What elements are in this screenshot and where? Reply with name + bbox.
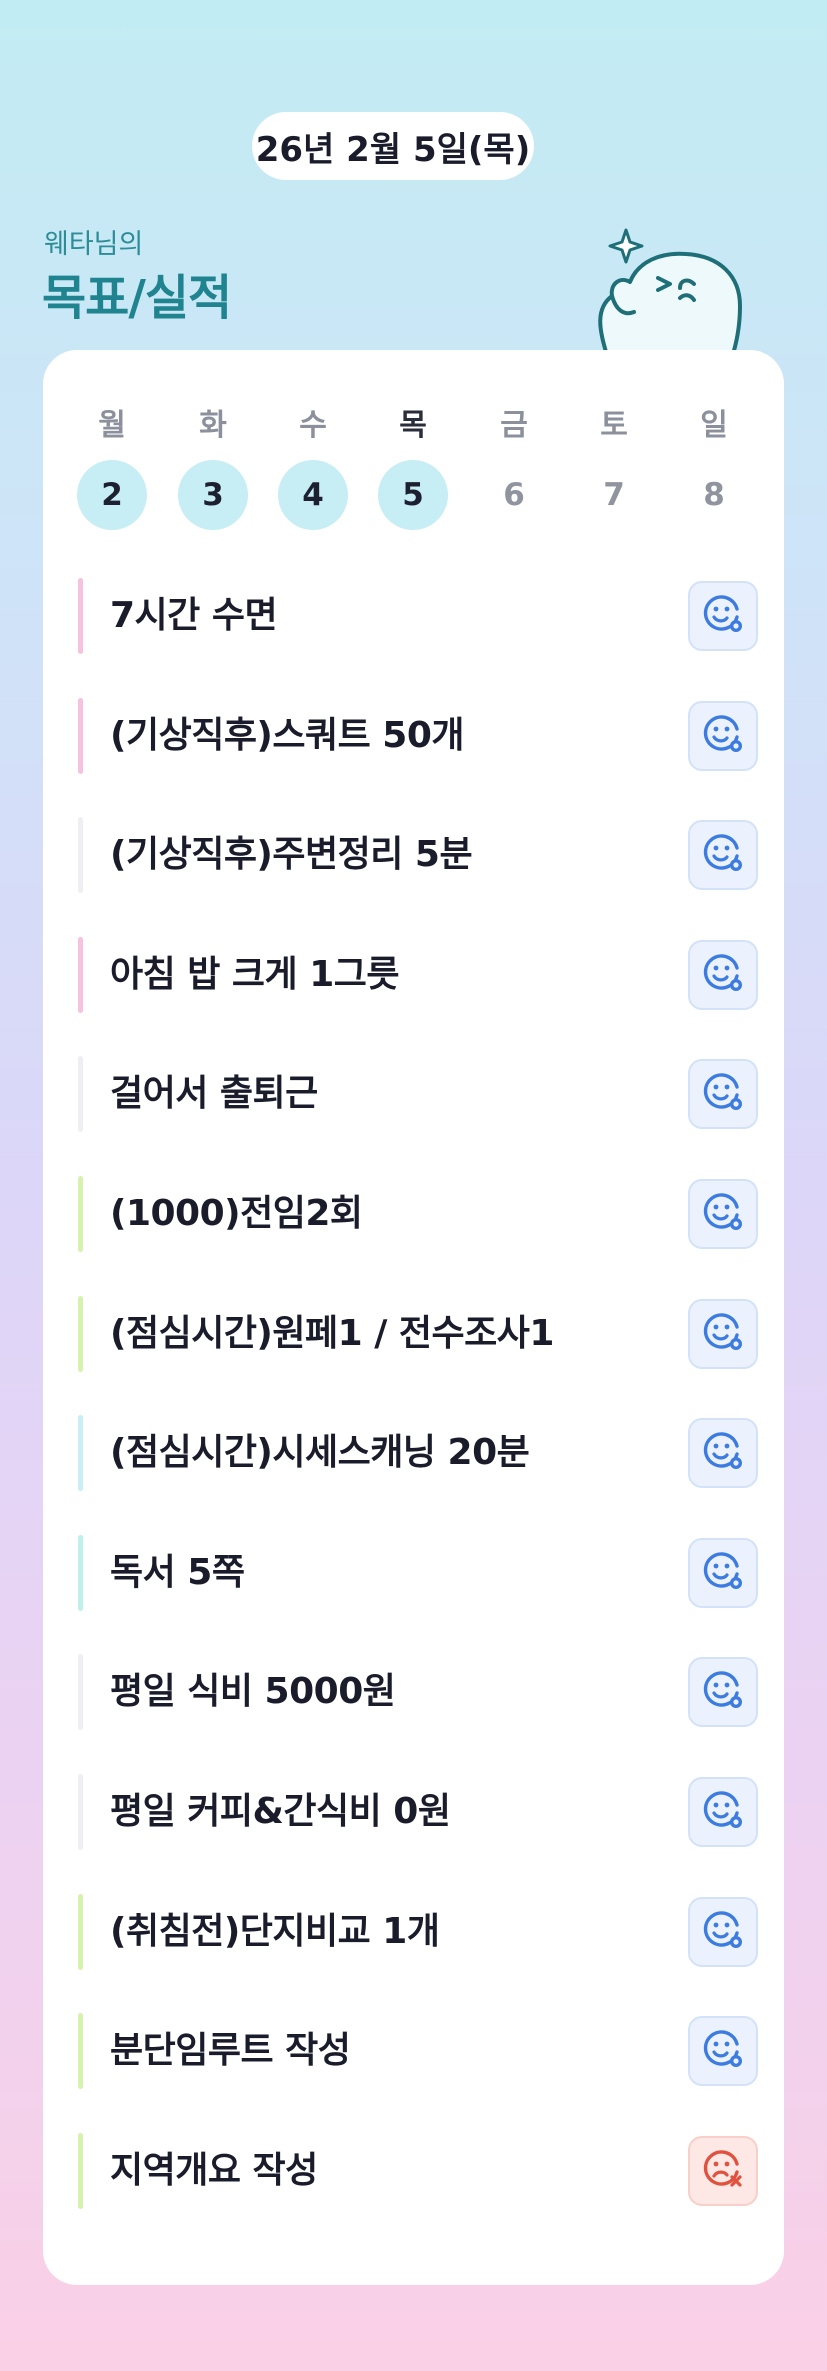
goal-category-bar [78, 2132, 83, 2209]
goal-category-bar [78, 578, 83, 654]
goal-category-bar [78, 697, 83, 774]
smile-check-icon [700, 1667, 746, 1717]
smile-check-icon [700, 711, 746, 761]
goal-category-bar [78, 936, 83, 1013]
date-selector[interactable]: 26년 2월 5일(목) [252, 112, 534, 180]
page-subtitle: 웨타님의 [44, 229, 144, 260]
smile-check-icon [700, 1907, 746, 1957]
goal-category-bar [78, 1176, 83, 1252]
smile-check-icon [700, 1189, 746, 1239]
goal-item[interactable]: (기상직후)스쿼트 50개 [78, 696, 758, 776]
weekday-label: 토 [600, 408, 628, 443]
status-success-button[interactable] [688, 1059, 758, 1130]
smile-check-icon [700, 1787, 746, 1837]
status-success-button[interactable] [688, 1777, 758, 1847]
goal-item[interactable]: (점심시간)원페1 / 전수조사1 [78, 1294, 758, 1374]
status-success-button[interactable] [688, 700, 758, 771]
smile-check-icon [700, 1548, 746, 1598]
goal-item[interactable]: 7시간 수면 [78, 576, 758, 656]
goal-label: (점심시간)시세스캐닝 20분 [110, 1432, 530, 1474]
day-3-button[interactable]: 3 [178, 460, 248, 530]
week-dates: 2345678 [43, 460, 784, 530]
frown-x-icon [700, 2146, 746, 2196]
status-success-button[interactable] [688, 1298, 758, 1369]
smile-check-icon [700, 1069, 746, 1119]
weekday-label: 화 [199, 408, 227, 443]
day-6-button[interactable]: 6 [479, 460, 549, 530]
goal-label: 걸어서 출퇴근 [110, 1073, 318, 1115]
goal-label: 평일 커피&간식비 0원 [110, 1791, 451, 1832]
goal-category-bar [78, 1415, 83, 1492]
day-8-button[interactable]: 8 [679, 460, 749, 530]
day-5-button[interactable]: 5 [378, 460, 448, 530]
status-success-button[interactable] [688, 820, 758, 891]
goal-label: 아침 밥 크게 1그릇 [110, 953, 400, 995]
weekday-label: 금 [500, 408, 528, 443]
goal-category-bar [78, 1534, 83, 1611]
status-success-button[interactable] [688, 1896, 758, 1967]
status-fail-button[interactable] [688, 2135, 758, 2206]
goal-label: 7시간 수면 [110, 595, 278, 636]
goal-label: (점심시간)원페1 / 전수조사1 [110, 1312, 554, 1354]
goal-item[interactable]: 지역개요 작성 [78, 2131, 758, 2211]
goal-category-bar [78, 1893, 83, 1970]
mascot-icon [598, 228, 742, 358]
status-success-button[interactable] [688, 1537, 758, 1608]
status-success-button[interactable] [688, 939, 758, 1010]
goal-category-bar [78, 1654, 83, 1731]
weekday-label: 수 [299, 408, 327, 443]
weekday-label: 월 [98, 408, 126, 443]
goal-item[interactable]: (기상직후)주변정리 5분 [78, 815, 758, 895]
goal-category-bar [78, 1056, 83, 1133]
goal-label: 분단임루트 작성 [110, 2030, 351, 2072]
weekday-label: 목 [399, 408, 427, 443]
goal-category-bar [78, 817, 83, 894]
goal-label: (기상직후)주변정리 5분 [110, 834, 473, 876]
smile-check-icon [700, 830, 746, 880]
smile-check-icon [700, 950, 746, 1000]
goal-item[interactable]: 평일 커피&간식비 0원 [78, 1772, 758, 1852]
status-success-button[interactable] [688, 1179, 758, 1249]
goal-label: 지역개요 작성 [110, 2149, 318, 2191]
goal-item[interactable]: 평일 식비 5000원 [78, 1652, 758, 1732]
day-2-button[interactable]: 2 [77, 460, 147, 530]
day-4-button[interactable]: 4 [278, 460, 348, 530]
goal-item[interactable]: (1000)전임2회 [78, 1174, 758, 1254]
smile-check-icon [700, 591, 746, 641]
status-success-button[interactable] [688, 2016, 758, 2087]
goal-label: (1000)전임2회 [110, 1193, 363, 1234]
goal-item[interactable]: (취침전)단지비교 1개 [78, 1892, 758, 1972]
smile-check-icon [700, 2026, 746, 2076]
date-label: 26년 2월 5일(목) [255, 129, 531, 170]
goal-item[interactable]: 걸어서 출퇴근 [78, 1054, 758, 1134]
goal-item[interactable]: 아침 밥 크게 1그릇 [78, 935, 758, 1015]
smile-check-icon [700, 1309, 746, 1359]
goal-label: (기상직후)스쿼트 50개 [110, 714, 465, 756]
status-success-button[interactable] [688, 1657, 758, 1728]
goals-card: 월 화 수 목 금 토 일 2345678 7시간 수면 (기상직후)스쿼트 50개 (기상직후… [43, 350, 784, 2285]
status-success-button[interactable] [688, 581, 758, 651]
goal-label: 평일 식비 5000원 [110, 1671, 396, 1713]
page-title: 목표/실적 [42, 270, 232, 326]
goal-item[interactable]: 독서 5쪽 [78, 1533, 758, 1613]
status-success-button[interactable] [688, 1418, 758, 1489]
goal-category-bar [78, 1774, 83, 1850]
day-7-button[interactable]: 7 [579, 460, 649, 530]
goal-label: (취침전)단지비교 1개 [110, 1910, 440, 1952]
goal-category-bar [78, 2013, 83, 2090]
weekday-label: 일 [700, 408, 728, 443]
goal-item[interactable]: (점심시간)시세스캐닝 20분 [78, 1413, 758, 1493]
goal-label: 독서 5쪽 [110, 1551, 245, 1593]
smile-check-icon [700, 1428, 746, 1478]
goal-category-bar [78, 1295, 83, 1372]
goal-item[interactable]: 분단임루트 작성 [78, 2011, 758, 2091]
